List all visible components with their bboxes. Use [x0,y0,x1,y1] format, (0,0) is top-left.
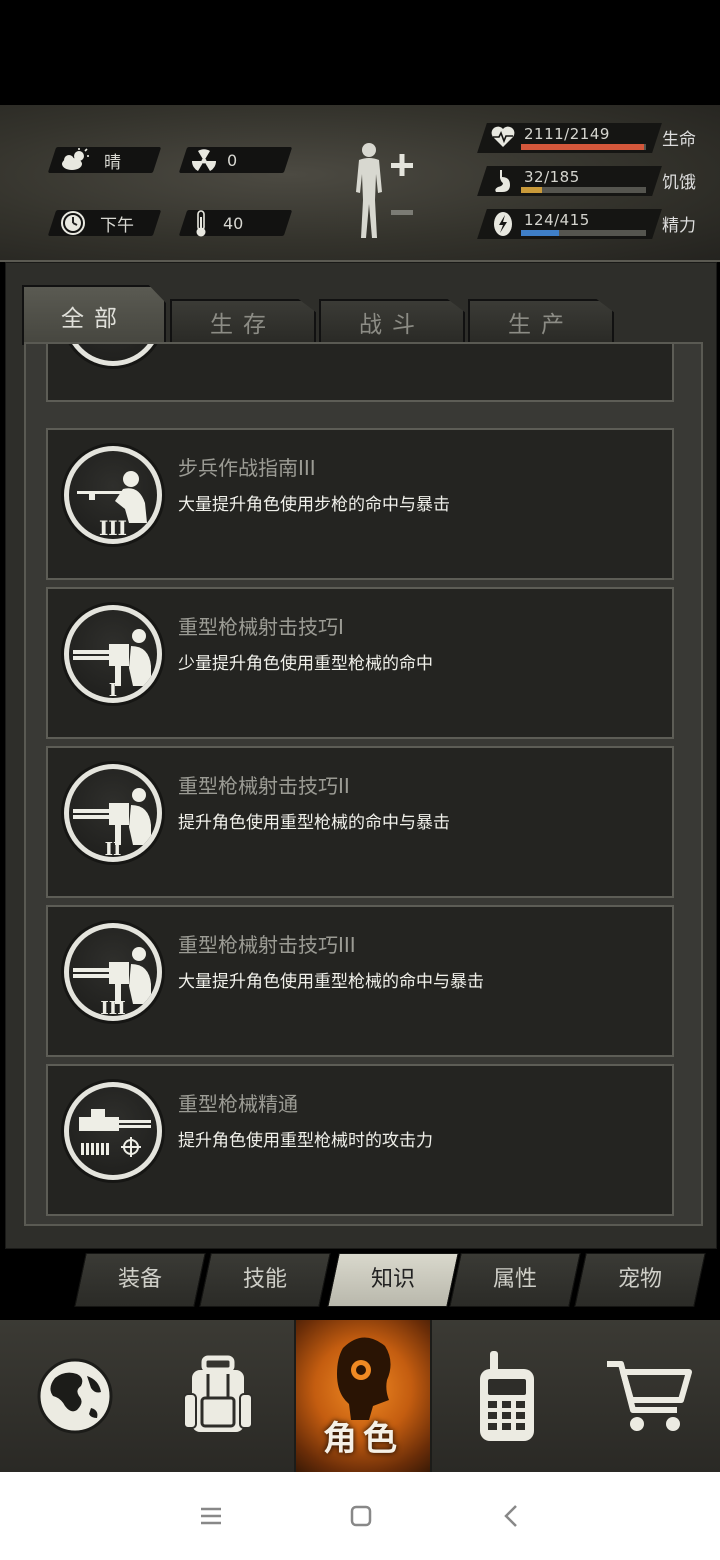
svg-text:III: III [99,516,127,539]
skill-desc: 提升角色使用重型枪械的命中与暴击 [178,813,450,833]
subtab-attributes[interactable]: 属性 [449,1253,581,1307]
nav-character-label: 角色 [323,1419,403,1459]
shopping-cart-icon [607,1361,692,1431]
time-label: 下午 [100,215,134,236]
energy-bar [521,230,646,236]
list-item-partial[interactable] [46,344,674,402]
skill-desc: 大量提升角色使用步枪的命中与暴击 [178,495,450,515]
character-subtabs: 装备 技能 知识 属性 宠物 [70,1253,710,1307]
stat-health: 2111/2149 生命 [477,123,707,153]
subtab-pets[interactable]: 宠物 [574,1253,706,1307]
rifleman-icon [64,344,162,366]
stat-hunger: 32/185 饥饿 [477,166,707,196]
nav-character[interactable]: 角色 [294,1320,432,1472]
backpack-icon [183,1355,253,1432]
stomach-icon [490,168,516,194]
nav-radio[interactable] [437,1320,577,1472]
subtab-attributes-label: 属性 [492,1267,537,1292]
subtab-knowledge-label: 知识 [370,1267,415,1292]
subtab-skills[interactable]: 技能 [199,1253,331,1307]
heart-icon [490,125,516,151]
skill-list[interactable]: III 步兵作战指南III 大量提升角色使用步枪的命中与暴击 I 重型枪械射击技… [24,342,703,1226]
walkie-talkie-icon [480,1351,534,1441]
skill-title: 重型枪械射击技巧I [178,615,344,639]
svg-text:III: III [100,998,125,1016]
radiation-value: 0 [227,150,238,170]
skill-desc: 提升角色使用重型枪械时的攻击力 [178,1131,433,1151]
nav-shop[interactable] [578,1320,718,1472]
svg-text:II: II [105,839,122,857]
nav-backpack[interactable] [148,1320,288,1472]
globe-icon [37,1358,113,1434]
tab-all-label: 全部 [61,306,127,332]
time-indicator: 下午 [47,210,162,236]
tab-production-label: 生产 [508,312,574,338]
clock-icon [60,210,90,236]
health-label: 生命 [662,130,696,150]
list-item[interactable]: III 步兵作战指南III 大量提升角色使用步枪的命中与暴击 [46,428,674,580]
tab-production[interactable]: 生产 [468,299,614,343]
list-item[interactable]: III 重型枪械射击技巧III 大量提升角色使用重型枪械的命中与暴击 [46,905,674,1057]
subtab-knowledge[interactable]: 知识 [327,1253,459,1307]
energy-icon [490,211,516,237]
tab-all[interactable]: 全部 [22,285,166,345]
bottom-nav: 角色 [0,1320,720,1472]
minigun-icon: III [64,923,162,1021]
temperature-value: 40 [223,213,244,233]
subtab-equipment-label: 装备 [117,1267,162,1292]
tab-combat-label: 战斗 [359,312,425,338]
menu-icon[interactable] [191,1498,231,1534]
hud-panel: 晴 0 下午 40 2111/2149 生命 32/185 饥饿 124/415… [0,105,720,262]
skill-title: 步兵作战指南III [178,456,316,480]
radiation-icon [191,147,221,173]
list-item[interactable]: 重型枪械精通 提升角色使用重型枪械时的攻击力 [46,1064,674,1216]
subtab-pets-label: 宠物 [617,1267,662,1292]
weather-indicator: 晴 [47,147,162,173]
home-square-icon[interactable] [341,1498,381,1534]
tab-survival-label: 生存 [210,312,276,338]
skill-desc: 大量提升角色使用重型枪械的命中与暴击 [178,972,484,992]
thermometer-icon [191,210,221,237]
hunger-bar [521,187,646,193]
human-body-icon [356,143,413,238]
skill-title: 重型枪械射击技巧III [178,933,356,957]
energy-label: 精力 [662,216,696,236]
svg-text:I: I [109,680,117,698]
health-value: 2111/2149 [524,125,610,143]
skill-title: 重型枪械射击技巧II [178,774,350,798]
category-tabs: 全部 生存 战斗 生产 [22,285,702,345]
back-chevron-icon[interactable] [492,1498,532,1534]
list-item[interactable]: II 重型枪械射击技巧II 提升角色使用重型枪械的命中与暴击 [46,746,674,898]
list-item[interactable]: I 重型枪械射击技巧I 少量提升角色使用重型枪械的命中 [46,587,674,739]
minigun-icon: II [64,764,162,862]
system-nav-bar [0,1472,720,1560]
stat-energy: 124/415 精力 [477,209,707,239]
subtab-equipment[interactable]: 装备 [74,1253,206,1307]
heavy-gun-icon [64,1082,162,1180]
status-bar-area [0,0,720,105]
skill-desc: 少量提升角色使用重型枪械的命中 [178,654,433,674]
energy-value: 124/415 [524,211,590,229]
minigun-icon: I [64,605,162,703]
cloud-sun-icon [60,147,90,173]
radiation-indicator: 0 [178,147,293,173]
temperature-indicator: 40 [178,210,293,237]
body-status-button[interactable] [345,140,425,245]
rifleman-icon: III [64,446,162,544]
nav-world[interactable] [5,1320,145,1472]
skill-title: 重型枪械精通 [178,1092,298,1116]
subtab-skills-label: 技能 [242,1267,287,1292]
weather-label: 晴 [104,152,121,173]
tab-combat[interactable]: 战斗 [319,299,465,343]
hunger-label: 饥饿 [662,173,696,193]
hunger-value: 32/185 [524,168,580,186]
health-bar [521,144,646,150]
tab-survival[interactable]: 生存 [170,299,316,343]
